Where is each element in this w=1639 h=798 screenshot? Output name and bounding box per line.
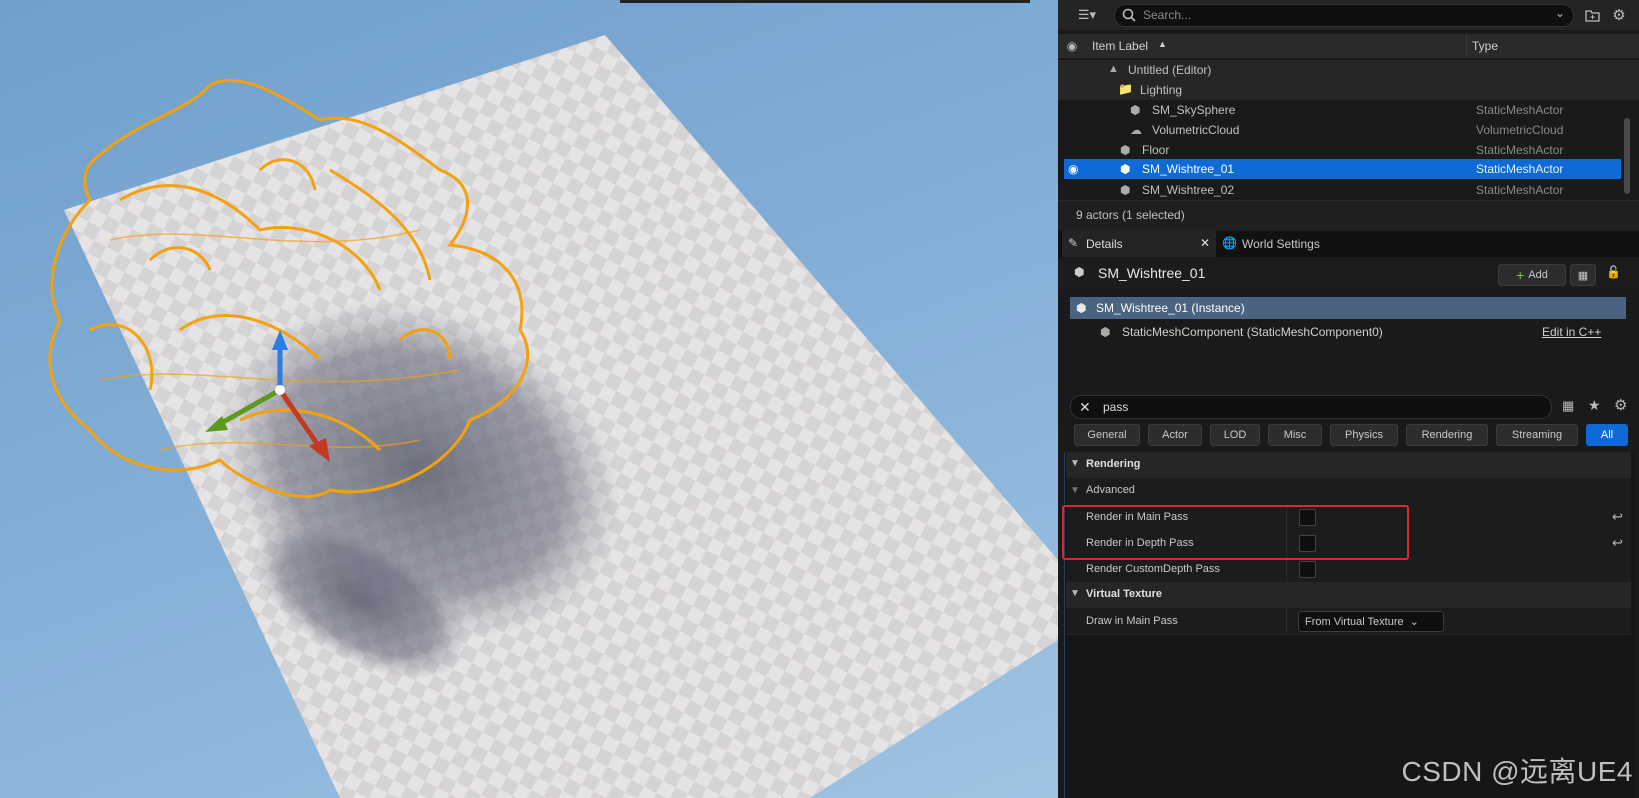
editor-side-panel: ☰▾ Search... ⌄ ⚙ ◉ Item Label ▲ Type ▲ U… xyxy=(1058,0,1639,798)
visibility-eye-icon[interactable]: ◉ xyxy=(1068,162,1078,176)
static-mesh-icon: ⬢ xyxy=(1120,162,1131,176)
tab-details[interactable]: ✎ Details ✕ xyxy=(1062,231,1216,257)
highlight-box xyxy=(1062,505,1409,560)
expand-arrow-icon: ▼ xyxy=(1070,588,1080,599)
property-draw-in-main-pass: Draw in Main Pass From Virtual Texture ⌄ xyxy=(1066,608,1631,635)
outliner-row[interactable]: ⬢ SM_SkySphere StaticMeshActor xyxy=(1058,100,1639,120)
filter-lod[interactable]: LOD xyxy=(1210,424,1260,446)
settings-gear-icon[interactable]: ⚙ xyxy=(1610,6,1628,24)
clear-search-icon[interactable]: ✕ xyxy=(1079,399,1091,416)
details-search-box[interactable]: ✕ pass xyxy=(1070,395,1552,419)
details-actor-header: ⬢ SM_Wishtree_01 + Add ▦ 🔓 xyxy=(1058,258,1639,290)
reset-to-default-icon[interactable]: ↩ xyxy=(1612,509,1623,525)
outliner-row[interactable]: ▲ Untitled (Editor) xyxy=(1058,60,1639,80)
settings-gear-icon[interactable]: ⚙ xyxy=(1614,396,1627,414)
filter-misc[interactable]: Misc xyxy=(1268,424,1322,446)
plus-icon: + xyxy=(1516,267,1525,283)
outliner-row[interactable]: 📁 Lighting xyxy=(1058,80,1639,100)
chevron-down-icon: ⌄ xyxy=(1409,616,1419,628)
cloud-icon: ☁ xyxy=(1130,123,1142,137)
add-component-button[interactable]: + Add xyxy=(1498,264,1566,286)
outliner-scrollbar[interactable] xyxy=(1624,118,1630,194)
category-virtual-texture[interactable]: ▼ Virtual Texture xyxy=(1066,582,1631,609)
component-row-selected[interactable]: ⬢ SM_Wishtree_01 (Instance) xyxy=(1070,297,1626,319)
visibility-eye-icon[interactable]: ◉ xyxy=(1064,38,1080,54)
star-icon[interactable]: ★ xyxy=(1588,397,1601,414)
static-mesh-icon: ⬢ xyxy=(1120,143,1131,157)
outliner-search-box[interactable]: Search... ⌄ xyxy=(1114,4,1574,27)
filter-streaming[interactable]: Streaming xyxy=(1496,424,1578,446)
draw-in-main-pass-dropdown[interactable]: From Virtual Texture ⌄ xyxy=(1298,611,1444,632)
category-rendering[interactable]: ▼ Rendering xyxy=(1066,452,1631,479)
filter-general[interactable]: General xyxy=(1074,424,1140,446)
search-icon xyxy=(1121,7,1137,23)
static-mesh-icon: ⬢ xyxy=(1100,325,1111,339)
outliner-row[interactable]: ☁ VolumetricCloud VolumetricCloud xyxy=(1058,120,1639,140)
add-folder-icon[interactable] xyxy=(1584,7,1600,23)
folder-icon: 📁 xyxy=(1118,82,1133,96)
actor-count: 9 actors (1 selected) xyxy=(1076,208,1185,222)
level-viewport[interactable] xyxy=(0,0,1058,798)
reset-to-default-icon[interactable]: ↩ xyxy=(1612,535,1623,551)
component-row[interactable]: ⬢ StaticMeshComponent (StaticMeshCompone… xyxy=(1070,321,1626,343)
outliner-row[interactable]: ⬢ Floor StaticMeshActor xyxy=(1058,140,1639,160)
outliner-toolbar: ☰▾ Search... ⌄ ⚙ xyxy=(1058,0,1639,30)
filter-physics[interactable]: Physics xyxy=(1330,424,1398,446)
table-view-icon[interactable]: ▦ xyxy=(1562,398,1574,414)
details-search-input[interactable]: pass xyxy=(1103,400,1128,414)
expand-arrow-icon: ▼ xyxy=(1070,458,1080,469)
outliner-header: ◉ Item Label ▲ Type xyxy=(1058,34,1639,58)
actor-name[interactable]: SM_Wishtree_01 xyxy=(1098,265,1205,281)
close-icon[interactable]: ✕ xyxy=(1200,236,1210,250)
render-custom-depth-checkbox[interactable] xyxy=(1299,561,1316,578)
static-mesh-icon: ⬢ xyxy=(1130,103,1141,117)
sort-ascending-icon: ▲ xyxy=(1158,39,1167,49)
tab-world-settings[interactable]: 🌐 World Settings xyxy=(1218,231,1348,257)
outliner-row-selected[interactable]: ◉ ⬢ SM_Wishtree_01 StaticMeshActor xyxy=(1064,159,1621,179)
filter-rendering[interactable]: Rendering xyxy=(1406,424,1488,446)
property-render-custom-depth-pass: Render CustomDepth Pass xyxy=(1066,556,1631,583)
level-icon: ▲ xyxy=(1108,63,1119,75)
static-mesh-icon: ⬢ xyxy=(1076,301,1087,315)
pencil-icon: ✎ xyxy=(1068,236,1079,250)
globe-icon: 🌐 xyxy=(1222,236,1237,250)
static-mesh-icon: ⬢ xyxy=(1074,265,1085,279)
chevron-down-icon[interactable]: ⌄ xyxy=(1555,6,1565,20)
column-type[interactable]: Type xyxy=(1472,39,1498,53)
static-mesh-icon: ⬢ xyxy=(1120,183,1131,197)
blueprint-icon[interactable]: ▦ xyxy=(1570,264,1596,286)
expand-arrow-icon: ▼ xyxy=(1070,485,1080,496)
details-tab-bar: ✎ Details ✕ 🌐 World Settings xyxy=(1058,231,1639,257)
filter-actor[interactable]: Actor xyxy=(1148,424,1202,446)
outliner-row[interactable]: ⬢ SM_Wishtree_02 StaticMeshActor xyxy=(1058,180,1639,200)
column-item-label[interactable]: Item Label xyxy=(1092,39,1148,53)
outliner-search-input[interactable]: Search... xyxy=(1143,8,1191,22)
edit-in-cpp-link[interactable]: Edit in C++ xyxy=(1542,325,1601,339)
viewport-scene xyxy=(48,0,1058,798)
watermark: CSDN @远离UE4 xyxy=(1401,756,1633,787)
category-advanced[interactable]: ▼ Advanced xyxy=(1066,478,1631,505)
lock-icon[interactable]: 🔓 xyxy=(1606,265,1621,279)
outliner-status-bar: 9 actors (1 selected) xyxy=(1058,200,1639,231)
filter-all[interactable]: All xyxy=(1586,424,1628,446)
filter-icon[interactable]: ☰▾ xyxy=(1072,7,1102,23)
